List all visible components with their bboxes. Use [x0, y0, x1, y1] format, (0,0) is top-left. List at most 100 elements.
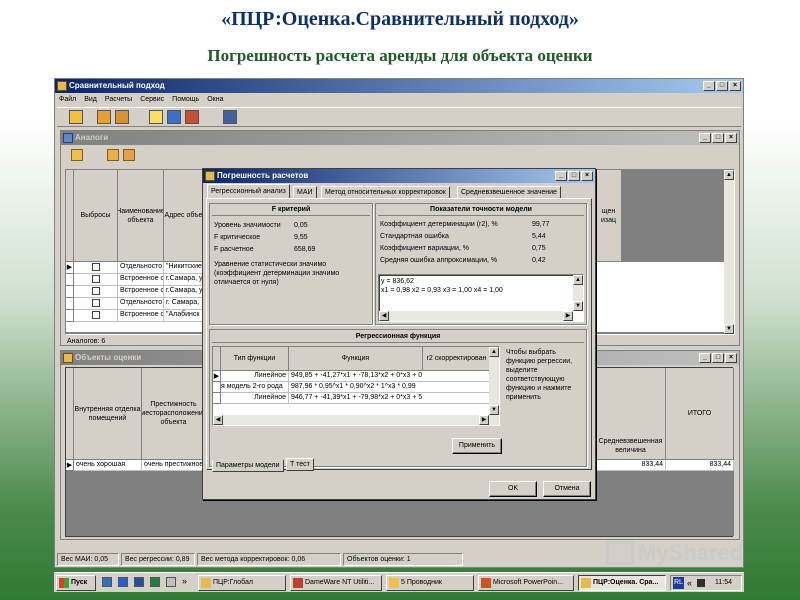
col-header-name[interactable]: Наименование объекта: [118, 170, 164, 262]
analogs-vscroll[interactable]: ▲ ▼: [724, 170, 734, 334]
taskbar-item-global[interactable]: ПЦР:Глобал: [198, 575, 286, 591]
menu-windows[interactable]: Окна: [207, 94, 223, 106]
objects-cell-weighted[interactable]: 833,44: [596, 460, 666, 471]
reg-vscroll[interactable]: ▲ ▼: [489, 347, 499, 415]
eq-scroll-left[interactable]: ◀: [379, 311, 389, 321]
database-icon[interactable]: [167, 110, 181, 124]
tab-regression[interactable]: Регрессионный анализ: [207, 184, 290, 198]
outlier-checkbox[interactable]: [92, 311, 100, 319]
equation-vscroll[interactable]: ▲ ▼: [573, 275, 583, 311]
language-indicator[interactable]: RL: [673, 577, 684, 589]
start-button[interactable]: Пуск: [56, 575, 96, 591]
quicklaunch-ie-icon[interactable]: [118, 577, 128, 587]
reg-scroll-left[interactable]: ◀: [213, 415, 223, 425]
taskbar-item-explorer[interactable]: 5 Проводник: [386, 575, 474, 591]
close-button[interactable]: ×: [729, 81, 741, 91]
calc-icon[interactable]: [123, 149, 135, 161]
report-icon[interactable]: [185, 110, 199, 124]
outlier-checkbox[interactable]: [92, 299, 100, 307]
maximize-button[interactable]: □: [716, 81, 728, 91]
outlier-checkbox[interactable]: [92, 263, 100, 271]
analogs-cell-name[interactable]: Встроенное с: [118, 310, 164, 322]
menu-view[interactable]: Вид: [84, 94, 97, 106]
reg-col-function[interactable]: Функция: [289, 347, 423, 371]
quicklaunch-word-icon[interactable]: [134, 577, 144, 587]
quicklaunch-app-icon[interactable]: [166, 577, 176, 587]
reg-row-2-func[interactable]: 946,77 + -41,39*x1 + -79,98*x2 + 0*x3 + …: [289, 393, 491, 404]
analogs-minimize-button[interactable]: _: [699, 133, 711, 143]
tab-corrections[interactable]: Метод относительных корректировок: [321, 186, 450, 198]
col-header-finish[interactable]: Внутренняя отделка помещений: [74, 368, 142, 460]
eq-scroll-down[interactable]: ▼: [573, 301, 583, 311]
col-header-weighted[interactable]: Средневзвешенная величина: [596, 368, 666, 460]
tab-model-params[interactable]: Параметры модели: [212, 460, 284, 472]
folder-edit-icon[interactable]: [115, 110, 129, 124]
refresh-icon[interactable]: [107, 149, 119, 161]
reg-col-type[interactable]: Тип функции: [221, 347, 289, 371]
col-header-prestige[interactable]: Престижность месторасположения объекта: [142, 368, 206, 460]
objects-cell-finish[interactable]: очень хорошая: [74, 460, 142, 471]
taskbar-item-dameware[interactable]: DameWare NT Utiliti...: [290, 575, 382, 591]
menu-calc[interactable]: Расчеты: [105, 94, 132, 106]
reg-col-r2[interactable]: r2 скорректирован: [423, 347, 491, 371]
dialog-minimize-button[interactable]: _: [555, 171, 567, 181]
col-header-outliers[interactable]: Выбросы: [74, 170, 118, 262]
reg-row-1-type[interactable]: я модель 2-го рода: [221, 382, 289, 393]
dialog-close-button[interactable]: ×: [581, 171, 593, 181]
objects-close-button[interactable]: ×: [725, 353, 737, 363]
apply-button[interactable]: Применить: [452, 438, 502, 454]
tray-expand-icon[interactable]: «: [687, 576, 692, 590]
open-icon[interactable]: [69, 110, 83, 124]
objects-maximize-button[interactable]: □: [712, 353, 724, 363]
taskbar-item-pcr-active[interactable]: ПЦР:Оценка. Сра...: [578, 575, 666, 591]
col-header-total[interactable]: ИТОГО: [666, 368, 734, 460]
col-header-right[interactable]: щен изац: [596, 170, 622, 262]
cancel-button[interactable]: Отмена: [543, 481, 591, 497]
objects-cell-total[interactable]: 833,44: [666, 460, 734, 471]
minimize-button[interactable]: _: [703, 81, 715, 91]
tab-weighted[interactable]: Средневзвешенное значение: [457, 186, 561, 198]
reg-scroll-right[interactable]: ▶: [479, 415, 489, 425]
analogs-titlebar[interactable]: Аналоги _ □ ×: [61, 131, 739, 145]
reg-scroll-down[interactable]: ▼: [489, 405, 499, 415]
clock[interactable]: 11:54: [715, 576, 732, 590]
eq-scroll-right[interactable]: ▶: [563, 311, 573, 321]
dialog-maximize-button[interactable]: □: [568, 171, 580, 181]
analogs-cell-name[interactable]: Встроенное с: [118, 286, 164, 298]
filter-icon[interactable]: [71, 149, 83, 161]
outlier-checkbox[interactable]: [92, 287, 100, 295]
taskbar-item-powerpoint[interactable]: Microsoft PowerPoin...: [478, 575, 574, 591]
menu-file[interactable]: Файл: [59, 94, 76, 106]
tab-mai[interactable]: МАИ: [293, 186, 317, 198]
reg-scroll-up[interactable]: ▲: [489, 347, 499, 357]
calculator-icon[interactable]: [223, 110, 237, 124]
scroll-up-button[interactable]: ▲: [724, 170, 734, 180]
folder-up-icon[interactable]: [97, 110, 111, 124]
menu-help[interactable]: Помощь: [172, 94, 199, 106]
objects-minimize-button[interactable]: _: [699, 353, 711, 363]
scroll-down-button[interactable]: ▼: [724, 324, 734, 334]
dialog-titlebar[interactable]: Погрешность расчетов _ □ ×: [203, 169, 595, 183]
reg-hscroll[interactable]: ◀ ▶: [213, 415, 499, 425]
tab-t-test[interactable]: T тест: [286, 458, 314, 471]
reg-row-0-type[interactable]: Линейное: [221, 371, 289, 382]
equation-textbox[interactable]: у = 836,62 x1 = 0,98 x2 = 0,93 x3 = 1,00…: [378, 274, 584, 322]
equation-hscroll[interactable]: ◀ ▶: [379, 311, 573, 321]
tray-volume-icon[interactable]: [697, 579, 705, 587]
menu-service[interactable]: Сервис: [140, 94, 164, 106]
analogs-cell-name[interactable]: Встроенное с: [118, 274, 164, 286]
document-icon[interactable]: [149, 110, 163, 124]
eq-scroll-up[interactable]: ▲: [573, 275, 583, 285]
quicklaunch-more-icon[interactable]: »: [182, 576, 187, 586]
reg-row-2-type[interactable]: Линейное: [221, 393, 289, 404]
reg-row-1-func[interactable]: 987,96 * 0,95^x1 * 0,90^x2 * 1^x3 * 0,99: [289, 382, 491, 393]
outlier-checkbox[interactable]: [92, 275, 100, 283]
quicklaunch-excel-icon[interactable]: [150, 577, 160, 587]
reg-row-0-func[interactable]: 949,85 + -41,27*x1 + -78,13*x2 + 0*x3 + …: [289, 371, 491, 382]
ok-button[interactable]: OK: [489, 481, 537, 497]
analogs-close-button[interactable]: ×: [725, 133, 737, 143]
objects-cell-prestige[interactable]: очень престижное: [142, 460, 206, 471]
quicklaunch-desktop-icon[interactable]: [102, 577, 112, 587]
main-window-titlebar[interactable]: Сравнительный подход _ □ ×: [55, 79, 743, 93]
analogs-maximize-button[interactable]: □: [712, 133, 724, 143]
